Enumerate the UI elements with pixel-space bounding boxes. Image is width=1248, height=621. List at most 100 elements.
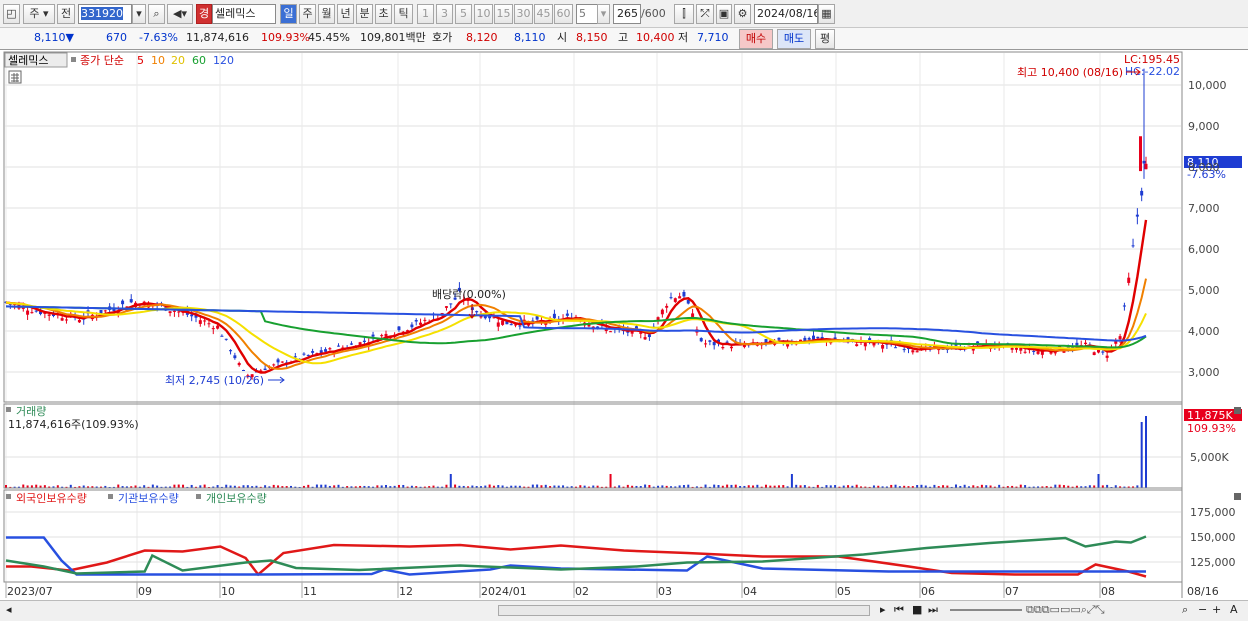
hoga-bid: 8,110 [514, 31, 546, 44]
candle-body [1053, 352, 1057, 354]
num-3-button[interactable]: 3 [436, 4, 453, 24]
candle-style-icon[interactable]: ⫿ [674, 4, 694, 24]
last-candle-body [1142, 160, 1146, 164]
candle-body [172, 310, 176, 312]
volume-bar [454, 484, 457, 488]
zoom-plus-icon[interactable]: + [1212, 600, 1221, 620]
volume-badge-pct: 109.93% [1187, 422, 1236, 435]
candle-body [371, 334, 375, 337]
candle-body [1144, 163, 1148, 170]
search-icon[interactable]: ⌕ [148, 4, 165, 24]
bar-total-label: /600 [641, 7, 666, 20]
period-day-tab[interactable]: 일 [280, 4, 297, 24]
buy-button[interactable]: 매수 [739, 29, 773, 49]
candle-body [280, 361, 284, 363]
date-axis-label: 2024/01 [481, 585, 527, 598]
scroll-thumb[interactable] [498, 605, 870, 616]
save-icon[interactable]: ▣ [716, 4, 732, 24]
stock-code-input[interactable]: 331920 [78, 4, 132, 24]
chart-type-icon[interactable]: ◰ [3, 4, 20, 24]
volume-title: 거래량 [16, 405, 46, 418]
zoom-minus-icon[interactable]: − [1198, 600, 1207, 620]
stop-icon[interactable]: ■ [912, 600, 922, 620]
last-page-icon[interactable]: ⏭ [928, 600, 938, 620]
count-dropdown-icon[interactable]: ▾ [597, 4, 610, 24]
candle-body [190, 314, 194, 317]
date-axis-label: 04 [743, 585, 757, 598]
settings-icon[interactable]: ⚙ [734, 4, 751, 24]
stock-name-field[interactable]: 셀레믹스 [212, 4, 276, 24]
candle-body [1032, 351, 1036, 353]
volume-bar [1145, 416, 1147, 488]
candle-body [203, 320, 207, 322]
candle-body [47, 314, 51, 316]
candle-body [328, 348, 332, 350]
date-input[interactable]: 2024/08/16 [754, 4, 818, 24]
count-select[interactable]: 5 [576, 4, 598, 24]
code-dropdown-icon[interactable]: ▾ [132, 4, 146, 24]
candle-body [894, 347, 898, 349]
volume-bar [1019, 484, 1022, 488]
num-5-button[interactable]: 5 [455, 4, 472, 24]
low-value: 7,710 [697, 31, 729, 44]
volume-bar [177, 484, 180, 488]
first-page-icon[interactable]: ⏮ [894, 600, 904, 620]
avg-button[interactable]: 평 [815, 29, 835, 49]
draw-tool-icon[interactable]: ⤱ [696, 4, 714, 24]
num-45-button[interactable]: 45 [534, 4, 553, 24]
candle-body [229, 350, 233, 352]
volume-bar [151, 484, 154, 488]
candle-body [349, 343, 353, 345]
down-arrow-icon: ▼ [65, 31, 74, 44]
high-value: 10,400 [636, 31, 675, 44]
num-15-button[interactable]: 15 [494, 4, 513, 24]
num-60-button[interactable]: 60 [554, 4, 573, 24]
horizontal-scrollbar[interactable]: ◂ ▸ ⏮ ■ ⏭ ⧉⧉⧉▭▭▭⌕⤢⤡ ⌕ − + A [0, 600, 1248, 621]
high-label: 고 [618, 31, 629, 44]
candle-body [1140, 190, 1144, 196]
candle-body [708, 340, 712, 342]
scroll-right-icon[interactable]: ▸ [880, 600, 886, 620]
period-year-tab[interactable]: 년 [337, 4, 354, 24]
open-value: 8,150 [576, 31, 608, 44]
candle-body [1127, 277, 1131, 283]
candle-body [129, 299, 133, 303]
zoom-in-icon[interactable]: ⌕ [1182, 600, 1188, 620]
volume-close-icon[interactable] [1234, 407, 1241, 414]
candle-body [449, 303, 453, 305]
candle-body [1010, 348, 1014, 350]
layout-icons[interactable]: ⧉⧉⧉▭▭▭⌕⤢⤡ [1026, 600, 1105, 620]
volume-bar [704, 484, 707, 488]
stock-code-text: 331920 [81, 7, 123, 20]
period-week-tab[interactable]: 주 [299, 4, 316, 24]
holdings-close-icon[interactable] [1234, 493, 1241, 500]
prev-button[interactable]: 전 [57, 4, 75, 24]
candle-body [103, 310, 107, 312]
sell-button[interactable]: 매도 [777, 29, 811, 49]
speaker-icon[interactable]: ◀▾ [167, 4, 193, 24]
calendar-icon[interactable]: ▦ [818, 4, 835, 24]
dividend-label: 배당락(0.00%) [432, 288, 506, 301]
scroll-left-icon[interactable]: ◂ [6, 600, 12, 620]
candle-body [1014, 347, 1018, 350]
bar-count-input[interactable]: 265 [613, 4, 641, 24]
candle-body [410, 324, 414, 328]
font-size-icon[interactable]: A [1230, 600, 1238, 620]
stock-chart[interactable]: 셀레믹스 종가 단순 5 10 20 60 120 LC:195.45 HC:-… [0, 50, 1248, 600]
mode-select[interactable]: 주 ▾ [23, 4, 55, 24]
period-second-tab[interactable]: 초 [375, 4, 392, 24]
period-month-tab[interactable]: 월 [318, 4, 335, 24]
ma10-legend: 10 [151, 54, 165, 67]
candle-body [233, 355, 237, 359]
ma20-legend: 20 [171, 54, 185, 67]
candle-body [220, 335, 224, 337]
num-30-button[interactable]: 30 [514, 4, 533, 24]
period-tick-tab[interactable]: 틱 [394, 4, 413, 24]
date-axis-label: 02 [575, 585, 589, 598]
candle-body [764, 339, 768, 343]
price-axis-tick: 6,000 [1188, 243, 1220, 256]
period-minute-tab[interactable]: 분 [356, 4, 373, 24]
num-10-button[interactable]: 10 [474, 4, 493, 24]
num-1-button[interactable]: 1 [417, 4, 434, 24]
zoom-slider[interactable] [950, 609, 1022, 611]
